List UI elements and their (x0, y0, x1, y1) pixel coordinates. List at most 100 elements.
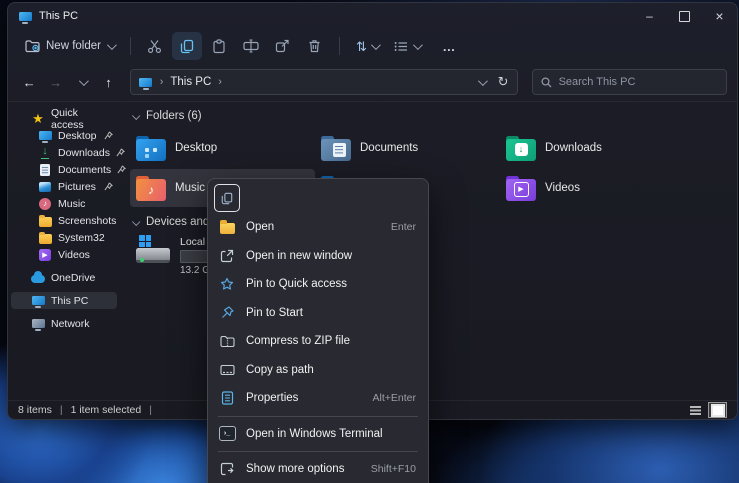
close-icon: × (715, 8, 723, 24)
copy-icon (180, 39, 194, 54)
open-folder-icon (218, 221, 236, 234)
status-divider: | (149, 404, 152, 416)
desktop-folder-icon (136, 136, 166, 161)
address-bar-row: ← → ↑ › This PC › ↻ Search This PC (8, 63, 737, 102)
music-icon: ♪ (38, 197, 52, 211)
menu-item-shortcut: Shift+F10 (371, 463, 416, 475)
close-button[interactable]: × (702, 3, 737, 29)
document-icon (38, 163, 52, 177)
refresh-button[interactable]: ↻ (498, 74, 509, 90)
folder-tile-videos[interactable]: ▶ Videos (500, 169, 685, 207)
details-view-button[interactable] (687, 403, 704, 417)
folder-icon (38, 214, 52, 228)
folder-tile-downloads[interactable]: ↓ Downloads (500, 129, 685, 167)
onedrive-cloud-icon (31, 271, 45, 285)
share-button[interactable] (268, 32, 298, 60)
cut-button[interactable] (140, 32, 170, 60)
sidebar-item-label: System32 (58, 232, 105, 244)
breadcrumb[interactable]: This PC (170, 76, 211, 88)
sidebar-item-downloads[interactable]: ↓ Downloads (11, 144, 117, 161)
menu-item-label: Open in new window (246, 250, 352, 262)
menu-item-pin-start[interactable]: Pin to Start (212, 299, 424, 328)
sidebar-item-label: Network (51, 318, 90, 330)
folder-tile-desktop[interactable]: Desktop (130, 129, 315, 167)
menu-item-copy-as-path[interactable]: Copy as path (212, 356, 424, 385)
up-button[interactable]: ↑ (97, 70, 119, 94)
this-pc-app-icon (18, 9, 32, 23)
forward-button[interactable]: → (44, 70, 66, 94)
copy-quick-action-button[interactable] (214, 184, 240, 212)
pushpin-icon (218, 306, 236, 319)
sort-button[interactable]: ⇅ (349, 36, 385, 57)
see-more-button[interactable]: … (435, 32, 465, 60)
view-button[interactable] (387, 37, 427, 56)
maximize-icon (679, 11, 690, 22)
maximize-button[interactable] (667, 3, 702, 29)
copy-button[interactable] (172, 32, 202, 60)
paste-button[interactable] (204, 32, 234, 60)
minimize-button[interactable]: – (632, 3, 667, 29)
menu-item-open-new-window[interactable]: Open in new window (212, 242, 424, 271)
folder-tile-documents[interactable]: Documents (315, 129, 500, 167)
new-window-icon (218, 249, 236, 263)
new-folder-button[interactable]: New folder (18, 35, 121, 57)
recent-locations-button[interactable] (71, 70, 93, 94)
videos-folder-icon: ▶ (506, 176, 536, 201)
sidebar-item-pictures[interactable]: Pictures (11, 178, 117, 195)
menu-item-open[interactable]: Open Enter (212, 213, 424, 242)
menu-item-compress-zip[interactable]: Compress to ZIP file (212, 327, 424, 356)
up-icon: ↑ (105, 75, 112, 90)
menu-item-show-more-options[interactable]: Show more options Shift+F10 (212, 455, 424, 483)
menu-item-label: Open in Windows Terminal (246, 428, 383, 440)
sidebar-item-desktop[interactable]: Desktop (11, 127, 117, 144)
navigation-pane: ★ Quick access Desktop ↓ Downloads Docum… (8, 102, 120, 400)
delete-icon (308, 39, 321, 53)
status-divider: | (60, 404, 63, 416)
sidebar-item-this-pc[interactable]: This PC (11, 292, 117, 309)
sidebar-item-system32[interactable]: System32 (11, 229, 117, 246)
rename-button[interactable] (236, 32, 266, 60)
pin-icon (104, 182, 113, 191)
folder-name: Desktop (175, 142, 217, 154)
menu-item-label: Open (246, 221, 274, 233)
sidebar-item-documents[interactable]: Documents (11, 161, 117, 178)
menu-item-pin-quick-access[interactable]: Pin to Quick access (212, 270, 424, 299)
local-disk-icon (136, 235, 172, 265)
sidebar-item-label: Videos (58, 249, 90, 261)
sidebar-item-onedrive[interactable]: OneDrive (11, 269, 117, 286)
sidebar-item-videos[interactable]: ▶ Videos (11, 246, 117, 263)
menu-separator (218, 451, 418, 452)
menu-item-label: Properties (246, 392, 298, 404)
pictures-icon (38, 180, 52, 194)
network-icon (31, 317, 45, 331)
search-input[interactable]: Search This PC (532, 69, 727, 95)
item-count: 8 items (18, 404, 52, 416)
sidebar-item-music[interactable]: ♪ Music (11, 195, 117, 212)
menu-item-properties[interactable]: Properties Alt+Enter (212, 384, 424, 413)
terminal-icon: ›_ (218, 426, 236, 441)
this-pc-icon (31, 294, 45, 308)
forward-icon: → (49, 75, 62, 90)
menu-item-label: Pin to Quick access (246, 278, 347, 290)
rename-icon (243, 39, 259, 53)
address-input[interactable]: › This PC › ↻ (130, 69, 518, 95)
large-icons-view-button[interactable] (708, 402, 727, 418)
folder-name: Downloads (545, 142, 602, 154)
menu-item-open-windows-terminal[interactable]: ›_ Open in Windows Terminal (212, 420, 424, 449)
menu-item-label: Pin to Start (246, 307, 303, 319)
sidebar-item-network[interactable]: Network (11, 315, 117, 332)
folders-section-header[interactable]: Folders (6) (132, 110, 737, 122)
search-placeholder: Search This PC (559, 76, 636, 88)
new-folder-label: New folder (46, 40, 101, 52)
star-outline-icon (218, 277, 236, 291)
sidebar-item-label: Desktop (58, 130, 97, 142)
sidebar-item-screenshots[interactable]: Screenshots (11, 212, 117, 229)
delete-button[interactable] (300, 32, 330, 60)
address-dropdown-icon[interactable] (478, 76, 488, 86)
sidebar-item-quick-access[interactable]: ★ Quick access (11, 110, 117, 127)
documents-folder-icon (321, 136, 351, 161)
sidebar-item-label: Pictures (58, 181, 96, 193)
videos-icon: ▶ (38, 248, 52, 262)
context-menu-icon-row (212, 183, 424, 213)
back-button[interactable]: ← (18, 70, 40, 94)
